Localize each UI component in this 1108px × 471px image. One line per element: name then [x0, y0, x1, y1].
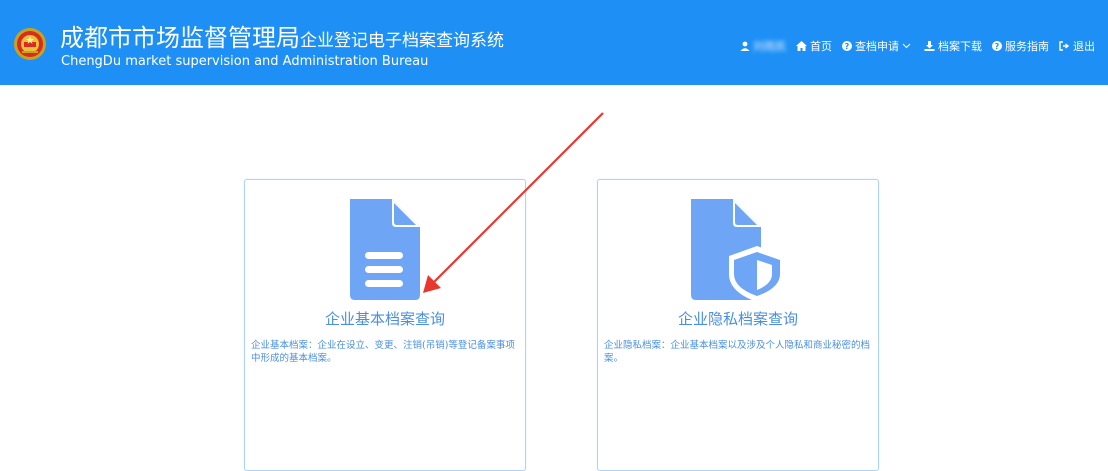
private-archive-title[interactable]: 企业隐私档案查询: [598, 308, 878, 329]
nav-apply-label: 查档申请: [855, 40, 899, 53]
nav-home[interactable]: 首页: [796, 38, 832, 54]
app-header: 成都市市场监督管理局企业登记电子档案查询系统 ChengDu market su…: [0, 0, 1108, 85]
question-circle-icon: ?: [842, 41, 852, 51]
svg-text:?: ?: [845, 42, 850, 51]
nav-download[interactable]: 档案下载: [924, 38, 982, 54]
system-name: 企业登记电子档案查询系统: [300, 31, 504, 51]
nav-apply[interactable]: ? 查档申请: [842, 38, 914, 54]
app-title: 成都市市场监督管理局企业登记电子档案查询系统: [60, 24, 504, 55]
document-icon: [350, 199, 420, 300]
basic-archive-card[interactable]: 企业基本档案查询 企业基本档案：企业在设立、变更、注销(吊销)等登记备案事项中形…: [244, 179, 526, 471]
download-icon: [924, 41, 935, 51]
nav-guide[interactable]: ? 服务指南: [992, 38, 1049, 54]
private-archive-description: 企业隐私档案：企业基本档案以及涉及个人隐私和商业秘密的档案。: [604, 340, 871, 364]
question-circle-icon: ?: [992, 41, 1002, 51]
basic-archive-title[interactable]: 企业基本档案查询: [245, 308, 525, 329]
nav-guide-label: 服务指南: [1005, 40, 1049, 53]
sign-out-icon: [1059, 41, 1070, 51]
national-emblem-icon: [14, 28, 46, 60]
private-archive-card[interactable]: 企业隐私档案查询 企业隐私档案：企业基本档案以及涉及个人隐私和商业秘密的档案。: [597, 179, 879, 471]
document-shield-icon: [691, 199, 785, 302]
user-icon: [740, 41, 750, 51]
user-menu[interactable]: 刘雨凯: [740, 38, 786, 54]
svg-text:?: ?: [995, 42, 1000, 51]
nav-logout[interactable]: 退出: [1059, 38, 1095, 54]
top-nav: 刘雨凯 首页 ? 查档申请 档案下载 ? 服务指南 退出: [740, 37, 1095, 55]
home-icon: [796, 41, 807, 51]
nav-download-label: 档案下载: [938, 40, 982, 53]
nav-home-label: 首页: [810, 40, 832, 53]
basic-archive-description: 企业基本档案：企业在设立、变更、注销(吊销)等登记备案事项中形成的基本档案。: [251, 340, 515, 364]
nav-logout-label: 退出: [1073, 40, 1095, 53]
chevron-down-icon: [902, 43, 911, 49]
user-name: 刘雨凯: [753, 40, 786, 53]
bureau-name: 成都市市场监督管理局: [60, 24, 300, 52]
app-subtitle: ChengDu market supervision and Administr…: [61, 54, 429, 69]
